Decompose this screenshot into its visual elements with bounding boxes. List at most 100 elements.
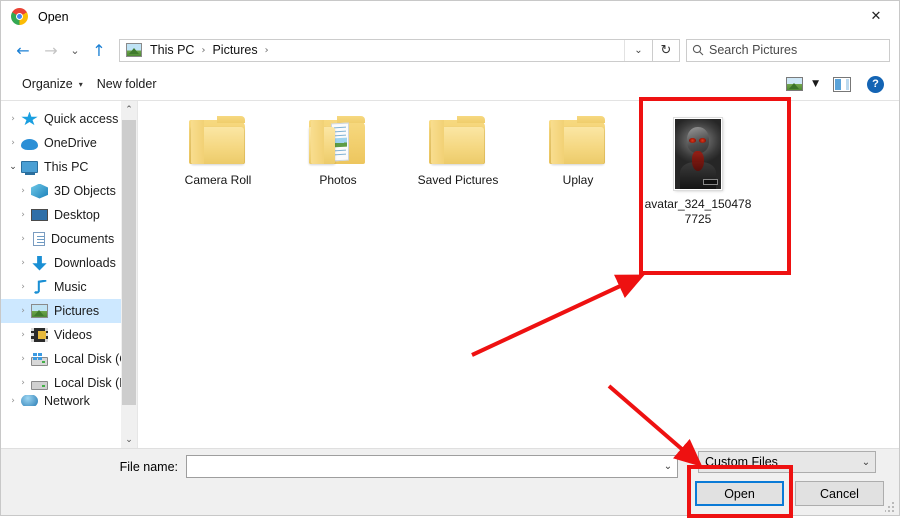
file-label: Photos xyxy=(319,173,357,187)
expand-chevron-icon[interactable]: › xyxy=(15,186,31,196)
sidebar-item-label: Quick access xyxy=(44,112,119,126)
sidebar-item-label: Desktop xyxy=(54,208,100,222)
folder-icon xyxy=(549,116,607,165)
sidebar-item-downloads[interactable]: › Downloads xyxy=(1,251,137,275)
folder-icon xyxy=(429,116,487,165)
filename-chevron-down-icon[interactable]: ⌄ xyxy=(659,461,677,472)
sidebar-item-network[interactable]: › Network xyxy=(1,395,137,406)
breadcrumb-item-this-pc[interactable]: This PC xyxy=(147,43,197,57)
sidebar-item-this-pc[interactable]: ⌄ This PC xyxy=(1,155,137,179)
sidebar-item-3d-objects[interactable]: › 3D Objects xyxy=(1,179,137,203)
scrollbar-thumb[interactable] xyxy=(122,120,136,405)
open-button[interactable]: Open xyxy=(695,481,784,506)
navigation-pane: › Quick access › OneDrive ⌄ This PC › 3D… xyxy=(1,101,137,448)
file-label: Camera Roll xyxy=(184,173,252,187)
pictures-folder-icon xyxy=(126,43,142,57)
file-label: Uplay xyxy=(562,173,594,187)
documents-icon xyxy=(33,232,45,246)
list-item[interactable]: Camera Roll xyxy=(158,115,278,240)
sidebar-item-quick-access[interactable]: › Quick access xyxy=(1,107,137,131)
list-item[interactable]: Saved Pictures xyxy=(398,115,518,240)
filter-chevron-down-icon[interactable]: ⌄ xyxy=(857,457,875,468)
desktop-icon xyxy=(31,209,48,221)
file-list: Camera Roll Photos Saved Pictures Uplay … xyxy=(138,101,899,448)
expand-chevron-icon[interactable]: › xyxy=(5,114,21,124)
sidebar-item-music[interactable]: › Music xyxy=(1,275,137,299)
close-icon[interactable]: ✕ xyxy=(853,1,899,31)
dialog-body: › Quick access › OneDrive ⌄ This PC › 3D… xyxy=(1,101,899,448)
search-placeholder: Search Pictures xyxy=(709,43,798,57)
chevron-down-icon: ▾ xyxy=(78,79,83,89)
star-icon xyxy=(21,111,38,126)
sidebar-item-label: Downloads xyxy=(54,256,116,270)
forward-icon: → xyxy=(44,40,58,60)
view-thumbnails-icon[interactable] xyxy=(786,77,804,91)
sidebar-item-onedrive[interactable]: › OneDrive xyxy=(1,131,137,155)
breadcrumb-separator-trailing: › xyxy=(264,44,269,56)
expand-chevron-icon[interactable]: › xyxy=(15,306,31,316)
disk-c-icon xyxy=(31,352,48,366)
sidebar-item-label: Documents xyxy=(51,232,115,246)
sidebar-item-label: 3D Objects xyxy=(54,184,116,198)
computer-icon xyxy=(21,161,38,175)
sidebar-scrollbar[interactable]: ⌃ ⌄ xyxy=(121,101,137,448)
search-input[interactable]: Search Pictures xyxy=(686,38,890,62)
expand-chevron-icon[interactable]: › xyxy=(15,258,31,268)
view-chevron-down-icon[interactable]: ▼ xyxy=(812,79,819,89)
search-icon xyxy=(687,44,709,56)
downloads-icon xyxy=(32,255,47,271)
preview-pane-icon[interactable] xyxy=(833,76,851,92)
title-bar: Open ✕ xyxy=(1,1,899,32)
breadcrumb-chevron-down-icon[interactable]: ⌄ xyxy=(624,39,652,61)
breadcrumb-separator: › xyxy=(201,44,206,56)
sidebar-item-label: Videos xyxy=(54,328,92,342)
list-item-image-file[interactable]: avatar_324_1504787725 xyxy=(638,115,758,240)
recent-locations-chevron-down-icon[interactable]: ⌄ xyxy=(65,36,85,64)
list-item[interactable]: Uplay xyxy=(518,115,638,240)
sidebar-item-videos[interactable]: › Videos xyxy=(1,323,137,347)
expand-chevron-icon[interactable]: › xyxy=(15,354,31,364)
expand-chevron-icon[interactable]: › xyxy=(15,234,31,244)
address-bar: ← → ⌄ ↑ This PC › Pictures › ⌄ ↻ Search … xyxy=(1,32,899,68)
3d-objects-icon xyxy=(31,183,48,199)
collapse-chevron-icon[interactable]: ⌄ xyxy=(5,162,21,172)
sidebar-item-label: Network xyxy=(44,395,90,406)
scroll-up-icon[interactable]: ⌃ xyxy=(121,101,137,118)
network-icon xyxy=(21,395,38,406)
expand-chevron-icon[interactable]: › xyxy=(15,210,31,220)
refresh-icon[interactable]: ↻ xyxy=(653,38,680,62)
breadcrumb-item-pictures[interactable]: Pictures xyxy=(209,43,260,57)
sidebar-item-pictures[interactable]: › Pictures xyxy=(1,299,137,323)
resize-grip[interactable] xyxy=(885,501,896,512)
sidebar-item-label: Music xyxy=(54,280,87,294)
expand-chevron-icon[interactable]: › xyxy=(15,378,31,388)
command-toolbar: Organize ▾ New folder ▼ ? xyxy=(1,68,899,101)
scroll-down-icon[interactable]: ⌄ xyxy=(121,431,137,448)
expand-chevron-icon[interactable]: › xyxy=(15,282,31,292)
list-item[interactable]: Photos xyxy=(278,115,398,240)
sidebar-item-local-disk-c[interactable]: › Local Disk (C:) xyxy=(1,347,137,371)
sidebar-item-label: OneDrive xyxy=(44,136,97,150)
music-icon xyxy=(34,279,47,294)
new-folder-button[interactable]: New folder xyxy=(90,74,164,94)
cancel-button[interactable]: Cancel xyxy=(795,481,884,506)
expand-chevron-icon[interactable]: › xyxy=(15,330,31,340)
file-type-filter-dropdown[interactable]: Custom Files ⌄ xyxy=(698,451,876,473)
sidebar-item-desktop[interactable]: › Desktop xyxy=(1,203,137,227)
breadcrumb[interactable]: This PC › Pictures › ⌄ xyxy=(119,38,653,62)
sidebar-item-label: Pictures xyxy=(54,304,100,318)
back-icon[interactable]: ← xyxy=(9,36,37,64)
sidebar-item-local-disk-d[interactable]: › Local Disk (D:) xyxy=(1,371,137,395)
filename-input[interactable]: ⌄ xyxy=(186,455,678,478)
videos-icon xyxy=(31,328,48,342)
expand-chevron-icon[interactable]: › xyxy=(5,396,21,406)
expand-chevron-icon[interactable]: › xyxy=(5,138,21,148)
help-icon[interactable]: ? xyxy=(867,75,884,93)
disk-d-icon xyxy=(31,380,48,390)
window-title: Open xyxy=(38,9,69,24)
sidebar-item-documents[interactable]: › Documents xyxy=(1,227,137,251)
filename-label: File name: xyxy=(119,459,178,474)
sidebar-item-label: This PC xyxy=(44,160,89,174)
up-icon[interactable]: ↑ xyxy=(85,36,113,64)
organize-button[interactable]: Organize ▾ xyxy=(15,74,90,94)
